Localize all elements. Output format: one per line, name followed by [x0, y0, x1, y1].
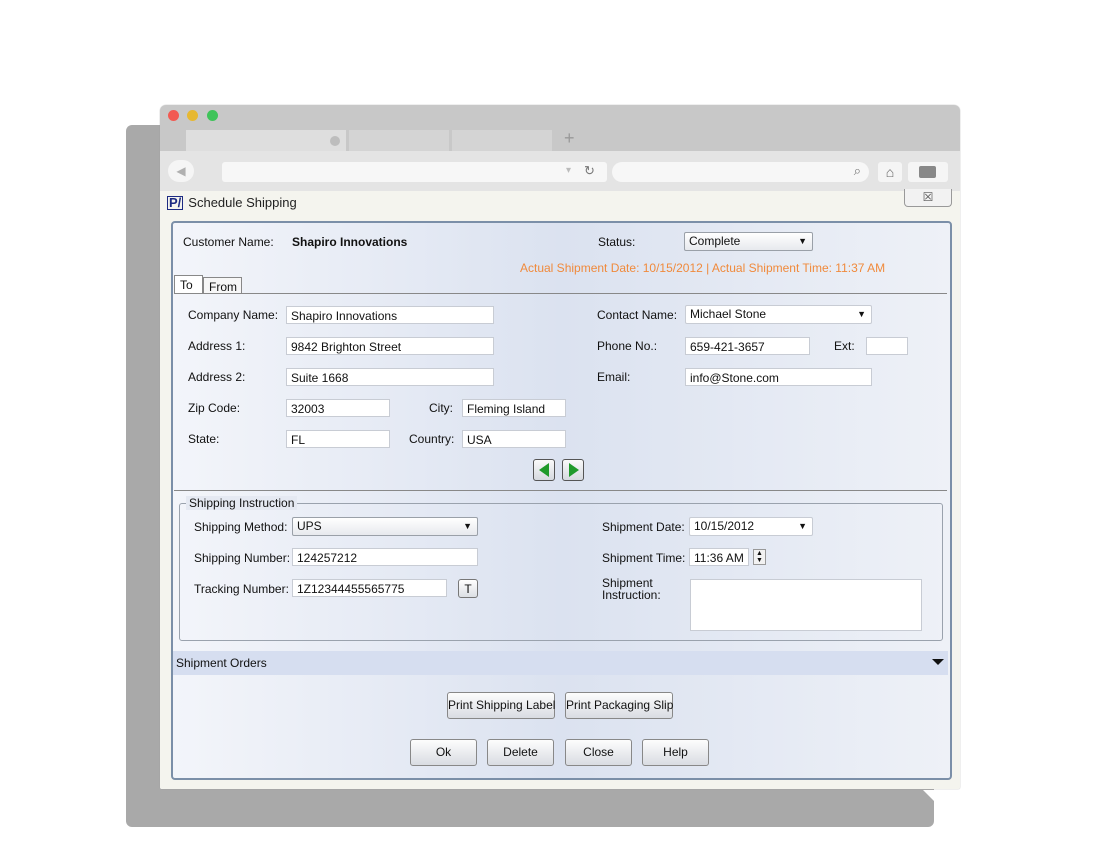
browser-window: + ◀ ▾ ↻ ⌕ ⌂ P/Schedule Shipping ☒ Custom…	[160, 105, 960, 789]
new-tab-icon[interactable]: +	[564, 127, 575, 149]
phone-input[interactable]: 659-421-3657	[685, 337, 810, 355]
shipping-method-value: UPS	[297, 519, 322, 533]
chevron-down-icon: ▼	[798, 521, 807, 531]
zip-code-label: Zip Code:	[188, 401, 241, 415]
company-name-label: Company Name:	[188, 308, 279, 322]
close-window-icon[interactable]	[168, 110, 179, 121]
tab-to[interactable]: To	[174, 275, 203, 294]
back-button[interactable]: ◀	[168, 160, 194, 182]
home-icon[interactable]: ⌂	[878, 162, 902, 182]
email-input[interactable]: info@Stone.com	[685, 368, 872, 386]
browser-tab[interactable]	[349, 130, 449, 151]
close-button[interactable]: Close	[565, 739, 632, 766]
browser-search-input[interactable]: ⌕	[612, 162, 869, 182]
print-packaging-slip-button[interactable]: Print Packaging Slip	[565, 692, 673, 719]
address1-label: Address 1:	[188, 339, 246, 353]
tracking-number-input[interactable]: 1Z12344455565775	[292, 579, 447, 597]
expand-icon[interactable]	[932, 659, 944, 665]
app-title: Schedule Shipping	[188, 195, 297, 210]
ext-input[interactable]	[866, 337, 908, 355]
shipment-time-input[interactable]: 11:36 AM	[689, 548, 749, 566]
arrow-right-icon	[569, 463, 579, 477]
city-label: City:	[429, 401, 453, 415]
status-select[interactable]: Complete ▼	[684, 232, 813, 251]
shipment-instruction-label-line2: Instruction:	[602, 588, 661, 602]
status-value: Complete	[689, 234, 741, 248]
print-shipping-label-button[interactable]: Print Shipping Label	[447, 692, 555, 719]
shipping-instruction-group: Shipping Instruction Shipping Method: UP…	[179, 496, 943, 641]
customer-name-value: Shapiro Innovations	[292, 235, 408, 249]
shipment-date-picker[interactable]: 10/15/2012 ▼	[689, 517, 813, 536]
contact-name-select[interactable]: Michael Stone ▼	[685, 305, 872, 324]
status-label: Status:	[598, 235, 636, 249]
tab-close-icon[interactable]	[330, 136, 340, 146]
zip-code-input[interactable]: 32003	[286, 399, 390, 417]
address-bar[interactable]: ▾ ↻	[222, 162, 607, 182]
chevron-down-icon: ▼	[857, 309, 866, 319]
contact-name-label: Contact Name:	[597, 308, 678, 322]
browser-tab-active[interactable]	[186, 130, 346, 151]
shadow-corner	[923, 790, 961, 828]
phone-label: Phone No.:	[597, 339, 658, 353]
menu-icon	[919, 166, 936, 178]
chevron-down-icon: ▼	[463, 521, 472, 531]
contact-name-value: Michael Stone	[690, 307, 767, 321]
state-label: State:	[188, 432, 220, 446]
country-input[interactable]: USA	[462, 430, 566, 448]
maximize-window-icon[interactable]	[207, 110, 218, 121]
shipment-orders-header[interactable]: Shipment Orders	[173, 651, 948, 675]
url-dropdown-icon[interactable]: ▾	[566, 165, 571, 176]
track-shipment-button[interactable]: T	[458, 579, 478, 598]
browser-menu-button[interactable]	[908, 162, 948, 182]
state-input[interactable]: FL	[286, 430, 390, 448]
tracking-number-label: Tracking Number:	[194, 582, 289, 596]
shipment-time-label: Shipment Time:	[602, 551, 686, 565]
browser-tab[interactable]	[452, 130, 552, 151]
shipping-number-input[interactable]: 124257212	[292, 548, 478, 566]
shipping-method-select[interactable]: UPS ▼	[292, 517, 478, 536]
address1-input[interactable]: 9842 Brighton Street	[286, 337, 494, 355]
minimize-window-icon[interactable]	[187, 110, 198, 121]
time-stepper[interactable]: ▲ ▼	[753, 549, 766, 565]
delete-button[interactable]: Delete	[487, 739, 554, 766]
browser-titlebar: +	[160, 105, 960, 151]
actual-shipment-info: Actual Shipment Date: 10/15/2012 | Actua…	[520, 261, 886, 275]
email-label: Email:	[597, 370, 631, 384]
arrow-left-icon	[539, 463, 549, 477]
shipment-date-value: 10/15/2012	[694, 519, 755, 533]
shipping-method-label: Shipping Method:	[194, 520, 288, 534]
shipment-instruction-label: Shipment Instruction:	[602, 577, 661, 601]
address2-input[interactable]: Suite 1668	[286, 368, 494, 386]
reload-icon[interactable]: ↻	[584, 163, 595, 179]
app-title-bar: P/Schedule Shipping	[167, 195, 297, 210]
company-name-input[interactable]: Shapiro Innovations	[286, 306, 494, 324]
shipping-instruction-title: Shipping Instruction	[186, 496, 298, 510]
previous-address-button[interactable]	[533, 459, 555, 481]
shipment-orders-label: Shipment Orders	[176, 656, 267, 670]
app-window: P/Schedule Shipping ☒ Customer Name: Sha…	[160, 189, 960, 789]
shipping-number-label: Shipping Number:	[194, 551, 291, 565]
schedule-shipping-dialog: Customer Name: Shapiro Innovations Statu…	[171, 221, 952, 780]
address2-label: Address 2:	[188, 370, 246, 384]
country-label: Country:	[409, 432, 455, 446]
search-icon[interactable]: ⌕	[854, 163, 861, 179]
help-button[interactable]: Help	[642, 739, 709, 766]
ext-label: Ext:	[834, 339, 855, 353]
customer-name-label: Customer Name:	[183, 235, 274, 249]
tab-from[interactable]: From	[203, 277, 242, 294]
chevron-down-icon: ▼	[798, 236, 807, 246]
ok-button[interactable]: Ok	[410, 739, 477, 766]
shipment-instruction-textarea[interactable]	[690, 579, 922, 631]
browser-toolbar: ◀ ▾ ↻ ⌕ ⌂	[160, 151, 960, 191]
shipment-date-label: Shipment Date:	[602, 520, 685, 534]
close-dialog-icon[interactable]: ☒	[904, 189, 952, 207]
to-address-panel: Company Name: Shapiro Innovations Addres…	[174, 293, 947, 491]
city-input[interactable]: Fleming Island	[462, 399, 566, 417]
next-address-button[interactable]	[562, 459, 584, 481]
app-logo-icon: P/	[167, 195, 184, 210]
